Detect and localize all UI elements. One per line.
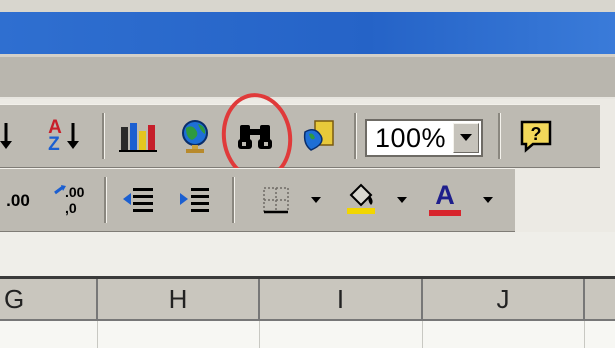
fill-color-button[interactable] [338,179,384,219]
toolbar-separator [104,177,107,223]
column-header-j[interactable]: J [423,279,585,319]
column-header-i[interactable]: I [260,279,423,319]
web-toolbar-button[interactable] [172,115,218,157]
sort-descending-button[interactable]: AZ [38,115,90,157]
chevron-down-icon [483,197,493,203]
font-color-button[interactable]: A [422,179,468,219]
decrease-indent-icon [123,188,153,212]
zoom-select[interactable]: 100% [365,119,483,157]
menu-bar [0,57,615,97]
column-header-next[interactable] [585,279,615,319]
grid-line [259,321,260,348]
borders-icon [263,187,289,214]
chart-wizard-button[interactable] [114,115,162,157]
increase-decimal-button[interactable]: .00 [0,181,36,219]
borders-dropdown[interactable] [308,189,324,211]
grid-line [422,321,423,348]
chevron-down-icon [397,197,407,203]
chevron-down-icon [460,134,472,141]
sort-descending-icon [66,123,79,149]
window-frame [0,0,615,12]
decrease-decimal-button[interactable]: .00 ,0 [48,181,94,219]
svg-text:.00: .00 [65,184,85,200]
map-icon [303,120,334,151]
increase-decimal-label: .00 [6,190,30,210]
formula-bar[interactable] [0,232,615,276]
toolbar-separator [102,113,105,159]
borders-button[interactable] [256,183,296,217]
menu-bar-divider [0,97,615,99]
toolbar-separator [498,113,501,159]
chevron-down-icon [311,197,321,203]
map-button[interactable] [296,115,344,157]
title-bar[interactable] [0,12,615,54]
increase-indent-button[interactable] [172,181,216,219]
help-icon: ? [520,120,552,153]
sort-ascending-icon [0,123,12,149]
font-color-swatch [429,210,461,216]
font-color-letter: A [435,180,455,210]
zoom-dropdown-button[interactable] [453,123,479,153]
svg-text:?: ? [531,124,542,144]
paint-bucket-icon [347,183,375,214]
help-button[interactable]: ? [512,115,560,157]
chart-wizard-icon [119,123,157,152]
grid-line [584,321,585,348]
toolbar-separator [354,113,357,159]
cell-grid[interactable] [0,321,615,348]
font-color-dropdown[interactable] [480,189,496,211]
toolbar-separator [232,177,235,223]
sort-descending-z: AZ [48,118,62,155]
formatting-toolbar: .00 .00 ,0 A [0,168,515,232]
column-header-h[interactable]: H [98,279,260,319]
svg-text:,0: ,0 [65,200,77,216]
fill-color-dropdown[interactable] [394,189,410,211]
increase-indent-icon [180,188,209,212]
sort-ascending-button[interactable] [0,119,18,153]
globe-icon [182,120,208,153]
grid-line [97,321,98,348]
zoom-value: 100% [375,122,447,153]
column-header-g[interactable]: G [0,279,98,319]
sort-letter-a: Z [48,134,60,155]
standard-toolbar: AZ ? [0,104,600,168]
decrease-indent-button[interactable] [116,181,160,219]
decrease-decimal-icon: .00 ,0 [54,184,85,216]
